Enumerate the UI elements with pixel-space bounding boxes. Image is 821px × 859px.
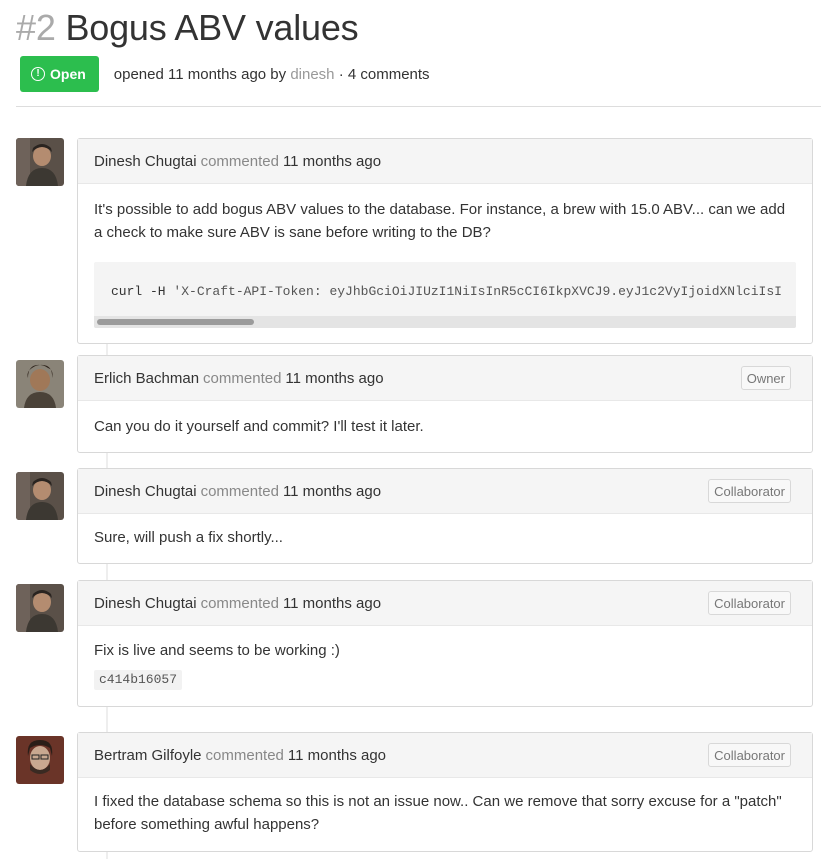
comment-body: Can you do it yourself and commit? I'll … <box>78 401 812 452</box>
comment-time[interactable]: 11 months ago <box>285 370 383 387</box>
comment-action: commented <box>203 369 282 387</box>
header-divider <box>16 106 821 107</box>
issue-state-badge: ! Open <box>20 56 99 92</box>
issue-title: #2 Bogus ABV values <box>16 8 821 48</box>
comment-time[interactable]: 11 months ago <box>283 595 381 612</box>
person-avatar-icon[interactable] <box>16 138 64 186</box>
comment-body: It's possible to add bogus ABV values to… <box>78 184 812 343</box>
comment-header: Dinesh Chugtai commented 11 months ago C… <box>78 581 812 626</box>
comment-text: Sure, will push a fix shortly... <box>94 529 283 546</box>
comment-box: Dinesh Chugtai commented 11 months ago C… <box>77 468 813 564</box>
comment-body: Fix is live and seems to be working :) c… <box>78 626 812 706</box>
commit-sha-link[interactable]: c414b16057 <box>94 670 183 690</box>
issue-author-link[interactable]: dinesh <box>290 66 334 83</box>
issue-title-text: Bogus ABV values <box>65 7 359 48</box>
comment-time[interactable]: 11 months ago <box>283 483 381 500</box>
comment-header: Dinesh Chugtai commented 11 months ago <box>78 139 812 184</box>
comment-count: · 4 comments <box>338 65 430 83</box>
role-badge: Collaborator <box>708 479 791 503</box>
comment-author[interactable]: Bertram Gilfoyle <box>94 747 202 764</box>
person-avatar-icon[interactable] <box>16 360 64 408</box>
comment-box: Dinesh Chugtai commented 11 months ago C… <box>77 580 813 707</box>
person-avatar-icon[interactable] <box>16 584 64 632</box>
person-avatar-icon[interactable] <box>16 472 64 520</box>
comment-author[interactable]: Dinesh Chugtai <box>94 595 197 612</box>
comment-action: commented <box>200 594 279 612</box>
scrollbar-thumb[interactable] <box>97 319 254 325</box>
code-command: curl -H <box>111 284 166 299</box>
comment-author[interactable]: Dinesh Chugtai <box>94 483 197 500</box>
comment-body: I fixed the database schema so this is n… <box>78 778 812 851</box>
comment-text: Can you do it yourself and commit? I'll … <box>94 418 424 435</box>
comment-author[interactable]: Dinesh Chugtai <box>94 153 197 170</box>
role-badge: Owner <box>740 366 791 390</box>
issue-meta: ! Open opened 11 months ago by dinesh · … <box>20 56 430 92</box>
comment-time[interactable]: 11 months ago <box>288 747 386 764</box>
comment-text: It's possible to add bogus ABV values to… <box>94 201 786 241</box>
horizontal-scrollbar[interactable] <box>94 316 796 328</box>
comment-body: Sure, will push a fix shortly... <box>78 514 812 563</box>
issue-number: #2 <box>16 7 56 48</box>
comment-time[interactable]: 11 months ago <box>283 153 381 170</box>
comment-text: Fix is live and seems to be working :) <box>94 642 340 659</box>
issue-meta-text: opened 11 months ago by dinesh · 4 comme… <box>114 66 430 83</box>
comment-action: commented <box>200 152 279 170</box>
comment-box: Bertram Gilfoyle commented 11 months ago… <box>77 732 813 852</box>
person-avatar-icon[interactable] <box>16 736 64 784</box>
code-string: 'X-Craft-API-Token: eyJhbGciOiJIUzI1NiIs… <box>173 284 782 299</box>
issue-state-label: Open <box>50 66 86 82</box>
comment-box: Erlich Bachman commented 11 months ago O… <box>77 355 813 453</box>
comment-header: Dinesh Chugtai commented 11 months ago C… <box>78 469 812 514</box>
comment-text: I fixed the database schema so this is n… <box>94 793 782 833</box>
issue-header: #2 Bogus ABV values <box>16 8 821 48</box>
alert-circle-icon: ! <box>31 67 45 81</box>
role-badge: Collaborator <box>708 743 791 767</box>
code-line: curl -H 'X-Craft-API-Token: eyJhbGciOiJI… <box>111 280 782 303</box>
comment-author[interactable]: Erlich Bachman <box>94 370 199 387</box>
role-badge: Collaborator <box>708 591 791 615</box>
comment-header: Bertram Gilfoyle commented 11 months ago… <box>78 733 812 778</box>
code-block: curl -H 'X-Craft-API-Token: eyJhbGciOiJI… <box>94 262 796 328</box>
comment-box: Dinesh Chugtai commented 11 months ago I… <box>77 138 813 344</box>
comment-header: Erlich Bachman commented 11 months ago O… <box>78 356 812 401</box>
comment-action: commented <box>200 482 279 500</box>
comment-action: commented <box>205 746 284 764</box>
meta-prefix: opened 11 months ago by <box>113 65 287 83</box>
